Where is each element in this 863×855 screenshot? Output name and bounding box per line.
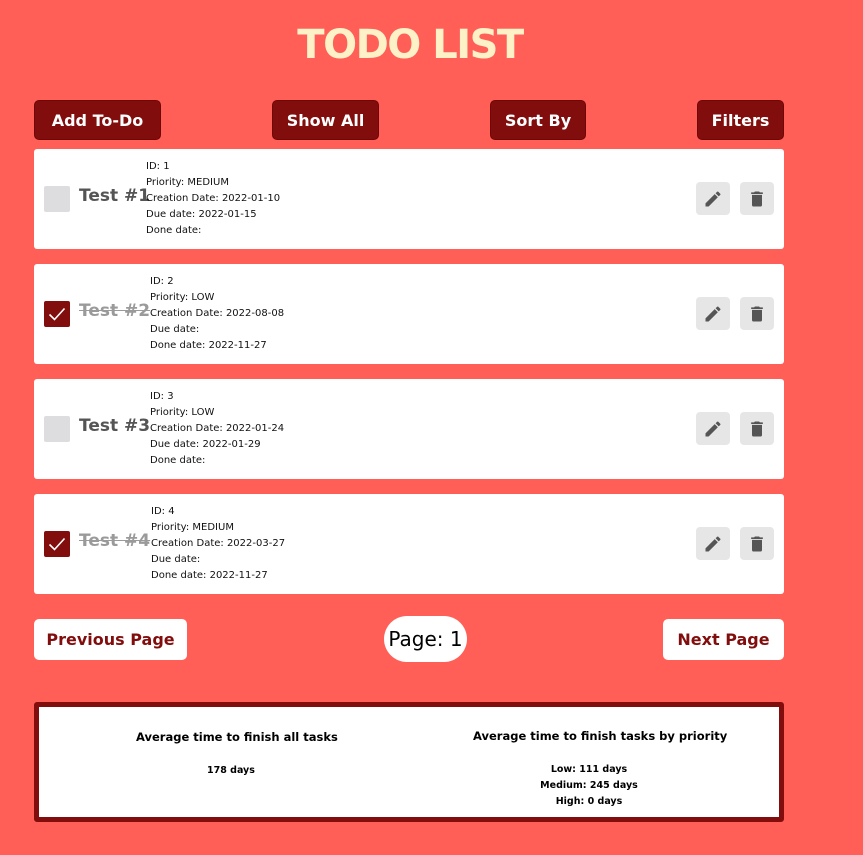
edit-button[interactable] xyxy=(696,297,730,330)
todo-item: Test #4 ID: 4 Priority: MEDIUM Creation … xyxy=(34,494,784,594)
add-todo-button[interactable]: Add To-Do xyxy=(34,100,161,140)
delete-button[interactable] xyxy=(740,297,774,330)
todo-details: ID: 1 Priority: MEDIUM Creation Date: 20… xyxy=(146,159,280,239)
edit-button[interactable] xyxy=(696,182,730,215)
pencil-icon xyxy=(705,535,721,551)
todo-item: Test #3 ID: 3 Priority: LOW Creation Dat… xyxy=(34,379,784,479)
previous-page-button[interactable]: Previous Page xyxy=(34,619,187,660)
edit-button[interactable] xyxy=(696,412,730,445)
delete-button[interactable] xyxy=(740,527,774,560)
todo-id: ID: 4 xyxy=(151,506,175,517)
next-page-button[interactable]: Next Page xyxy=(663,619,784,660)
todo-id: ID: 1 xyxy=(146,161,170,172)
show-all-button[interactable]: Show All xyxy=(272,100,379,140)
filters-button[interactable]: Filters xyxy=(697,100,784,140)
edit-button[interactable] xyxy=(696,527,730,560)
delete-button[interactable] xyxy=(740,182,774,215)
todo-item: Test #2 ID: 2 Priority: LOW Creation Dat… xyxy=(34,264,784,364)
todo-creation-date: Creation Date: 2022-01-24 xyxy=(150,423,285,434)
todo-due-date: Due date: 2022-01-15 xyxy=(146,209,257,220)
todo-details: ID: 2 Priority: LOW Creation Date: 2022-… xyxy=(150,274,284,354)
trash-icon xyxy=(751,536,763,551)
todo-due-date: Due date: xyxy=(151,554,201,565)
avg-priority-heading: Average time to finish tasks by priority xyxy=(473,729,728,743)
todo-item: Test #1 ID: 1 Priority: MEDIUM Creation … xyxy=(34,149,784,249)
todo-details: ID: 3 Priority: LOW Creation Date: 2022-… xyxy=(150,389,284,469)
todo-creation-date: Creation Date: 2022-03-27 xyxy=(151,538,286,549)
todo-id: ID: 2 xyxy=(150,276,174,287)
todo-priority: Priority: MEDIUM xyxy=(146,177,229,188)
todo-creation-date: Creation Date: 2022-08-08 xyxy=(150,308,285,319)
todo-title: Test #1 xyxy=(79,186,151,206)
todo-title: Test #4 xyxy=(79,531,151,551)
todo-title: Test #3 xyxy=(79,416,151,436)
avg-low-value: Low: 111 days xyxy=(550,764,628,775)
avg-all-value: 178 days xyxy=(207,765,255,776)
avg-priority-values: Low: 111 days Medium: 245 days High: 0 d… xyxy=(489,762,689,810)
todo-priority: Priority: LOW xyxy=(150,292,215,303)
page-title: TODO LIST xyxy=(297,22,524,68)
todo-title: Test #2 xyxy=(79,301,151,321)
avg-all-heading: Average time to finish all tasks xyxy=(136,730,338,744)
todo-creation-date: Creation Date: 2022-01-10 xyxy=(146,193,281,204)
checkmark-icon xyxy=(48,307,66,321)
page-indicator: Page: 1 xyxy=(384,616,467,662)
todo-checkbox[interactable] xyxy=(44,531,70,557)
checkmark-icon xyxy=(48,537,66,551)
todo-checkbox[interactable] xyxy=(44,186,70,212)
avg-medium-value: Medium: 245 days xyxy=(540,780,638,791)
todo-details: ID: 4 Priority: MEDIUM Creation Date: 20… xyxy=(151,504,285,584)
todo-due-date: Due date: xyxy=(150,324,200,335)
todo-priority: Priority: LOW xyxy=(150,407,215,418)
pencil-icon xyxy=(705,305,721,321)
todo-checkbox[interactable] xyxy=(44,416,70,442)
trash-icon xyxy=(751,421,763,436)
todo-priority: Priority: MEDIUM xyxy=(151,522,234,533)
sort-by-button[interactable]: Sort By xyxy=(490,100,586,140)
delete-button[interactable] xyxy=(740,412,774,445)
todo-id: ID: 3 xyxy=(150,391,174,402)
trash-icon xyxy=(751,191,763,206)
stats-panel: Average time to finish all tasks 178 day… xyxy=(34,702,784,822)
trash-icon xyxy=(751,306,763,321)
pencil-icon xyxy=(705,190,721,206)
todo-done-date: Done date: xyxy=(150,455,206,466)
todo-done-date: Done date: 2022-11-27 xyxy=(151,570,268,581)
todo-checkbox[interactable] xyxy=(44,301,70,327)
avg-high-value: High: 0 days xyxy=(555,796,623,807)
todo-done-date: Done date: xyxy=(146,225,202,236)
todo-due-date: Due date: 2022-01-29 xyxy=(150,439,261,450)
pencil-icon xyxy=(705,420,721,436)
todo-done-date: Done date: 2022-11-27 xyxy=(150,340,267,351)
